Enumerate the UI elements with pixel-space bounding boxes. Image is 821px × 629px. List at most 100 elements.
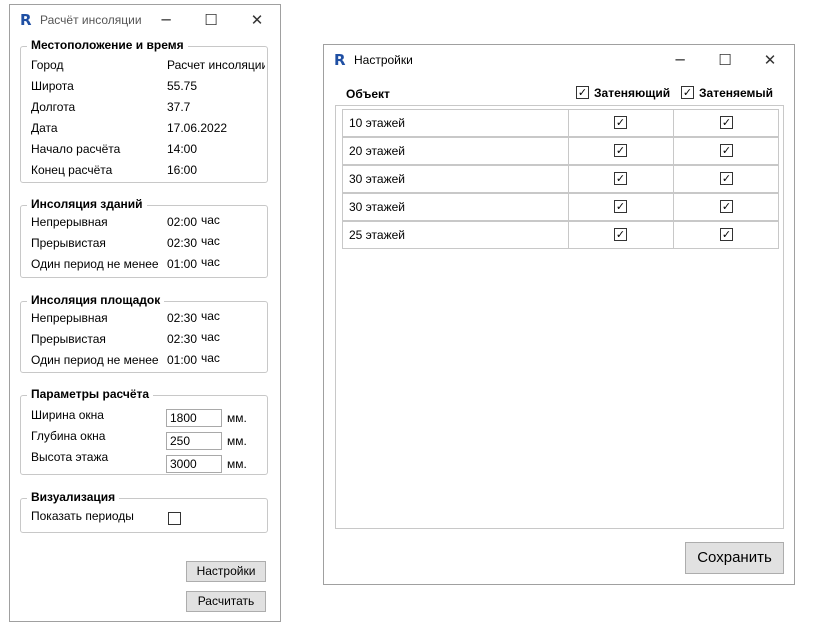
objects-grid[interactable]: 10 этажей ✓ ✓ 20 этажей ✓ ✓ 30 этажей ✓ …: [335, 105, 784, 529]
shaded-cell[interactable]: ✓: [674, 110, 778, 136]
shading-cell[interactable]: ✓: [569, 166, 674, 192]
grounds-min-period-value[interactable]: 01:00: [167, 353, 197, 367]
shading-checkbox[interactable]: ✓: [614, 144, 627, 157]
settings-button[interactable]: Настройки: [186, 561, 266, 582]
object-name-cell[interactable]: 30 этажей: [343, 166, 569, 192]
end-time-value[interactable]: 16:00: [167, 163, 197, 177]
start-time-value[interactable]: 14:00: [167, 142, 197, 156]
visualization-group-title: Визуализация: [27, 490, 120, 504]
shaded-cell[interactable]: ✓: [674, 222, 778, 248]
check-icon: ✓: [615, 228, 626, 241]
maximize-icon[interactable]: ☐: [705, 47, 745, 73]
revit-r-icon: R: [334, 51, 346, 69]
grounds-group-title: Инсоляция площадок: [27, 293, 165, 307]
shaded-checkbox[interactable]: ✓: [720, 172, 733, 185]
window-width-input[interactable]: 1800: [166, 409, 222, 427]
shaded-cell[interactable]: ✓: [674, 194, 778, 220]
shading-checkbox[interactable]: ✓: [614, 172, 627, 185]
check-icon: ✓: [615, 172, 626, 185]
shaded-checkbox[interactable]: ✓: [720, 200, 733, 213]
table-row[interactable]: 20 этажей ✓ ✓: [342, 137, 779, 165]
shading-checkbox[interactable]: ✓: [614, 228, 627, 241]
shading-column-header: Затеняющий: [594, 86, 671, 100]
buildings-intermittent-unit: час: [201, 234, 220, 248]
visualization-group: Визуализация Показать периоды: [20, 490, 268, 533]
close-icon[interactable]: ✕: [237, 7, 277, 33]
buildings-insolation-group: Инсоляция зданий Непрерывная 02:00 час П…: [20, 197, 268, 278]
header-shaded-checkbox[interactable]: ✓: [681, 86, 694, 99]
longitude-label: Долгота: [31, 100, 76, 114]
floor-height-label: Высота этажа: [31, 450, 109, 464]
object-name-cell[interactable]: 25 этажей: [343, 222, 569, 248]
buildings-intermittent-label: Прерывистая: [31, 236, 106, 250]
check-icon: ✓: [615, 200, 626, 213]
window-depth-input[interactable]: 250: [166, 432, 222, 450]
title-bar[interactable]: R Расчёт инсоляции ─ ☐ ✕: [10, 5, 280, 35]
buildings-min-period-value[interactable]: 01:00: [167, 257, 197, 271]
grounds-continuous-unit: час: [201, 309, 220, 323]
minimize-icon[interactable]: ─: [146, 7, 186, 33]
grounds-min-period-unit: час: [201, 351, 220, 365]
grounds-intermittent-value[interactable]: 02:30: [167, 332, 197, 346]
close-icon[interactable]: ✕: [750, 47, 790, 73]
date-label: Дата: [31, 121, 58, 135]
grounds-insolation-group: Инсоляция площадок Непрерывная 02:30 час…: [20, 293, 268, 373]
shading-cell[interactable]: ✓: [569, 194, 674, 220]
grounds-continuous-value[interactable]: 02:30: [167, 311, 197, 325]
maximize-icon[interactable]: ☐: [191, 7, 231, 33]
object-name-cell[interactable]: 10 этажей: [343, 110, 569, 136]
insolation-window: R Расчёт инсоляции ─ ☐ ✕ Местоположение …: [9, 4, 281, 622]
header-shading-checkbox[interactable]: ✓: [576, 86, 589, 99]
date-value[interactable]: 17.06.2022: [167, 121, 227, 135]
table-row[interactable]: 10 этажей ✓ ✓: [342, 109, 779, 137]
check-icon: ✓: [721, 144, 732, 157]
grounds-intermittent-unit: час: [201, 330, 220, 344]
calculate-button[interactable]: Расчитать: [186, 591, 266, 612]
revit-r-icon: R: [20, 11, 32, 29]
show-periods-checkbox[interactable]: [168, 512, 181, 525]
end-time-label: Конец расчёта: [31, 163, 113, 177]
shaded-cell[interactable]: ✓: [674, 166, 778, 192]
check-icon: ✓: [577, 86, 588, 99]
shaded-checkbox[interactable]: ✓: [720, 144, 733, 157]
object-name-cell[interactable]: 30 этажей: [343, 194, 569, 220]
check-icon: ✓: [682, 86, 693, 99]
buildings-continuous-label: Непрерывная: [31, 215, 108, 229]
window-width-label: Ширина окна: [31, 408, 104, 422]
table-row[interactable]: 30 этажей ✓ ✓: [342, 193, 779, 221]
check-icon: ✓: [721, 228, 732, 241]
check-icon: ✓: [721, 116, 732, 129]
shading-cell[interactable]: ✓: [569, 138, 674, 164]
floor-height-input[interactable]: 3000: [166, 455, 222, 473]
window-width-unit: мм.: [227, 411, 247, 425]
settings-title-bar[interactable]: R Настройки ─ ☐ ✕: [324, 45, 794, 75]
shaded-checkbox[interactable]: ✓: [720, 228, 733, 241]
check-icon: ✓: [615, 116, 626, 129]
show-periods-label: Показать периоды: [31, 509, 134, 523]
location-group-title: Местоположение и время: [27, 38, 188, 52]
shading-checkbox[interactable]: ✓: [614, 200, 627, 213]
window-title: Расчёт инсоляции: [40, 13, 142, 27]
table-row[interactable]: 25 этажей ✓ ✓: [342, 221, 779, 249]
longitude-value[interactable]: 37.7: [167, 100, 190, 114]
shaded-checkbox[interactable]: ✓: [720, 116, 733, 129]
floor-height-unit: мм.: [227, 457, 247, 471]
calc-params-group: Параметры расчёта Ширина окна 1800 мм. Г…: [20, 387, 268, 475]
save-button[interactable]: Сохранить: [685, 542, 784, 574]
city-label: Город: [31, 58, 64, 72]
buildings-intermittent-value[interactable]: 02:30: [167, 236, 197, 250]
buildings-continuous-value[interactable]: 02:00: [167, 215, 197, 229]
minimize-icon[interactable]: ─: [660, 47, 700, 73]
shading-checkbox[interactable]: ✓: [614, 116, 627, 129]
calc-params-group-title: Параметры расчёта: [27, 387, 154, 401]
object-name-cell[interactable]: 20 этажей: [343, 138, 569, 164]
city-value[interactable]: Расчет инсоляции: [167, 58, 265, 72]
shading-cell[interactable]: ✓: [569, 110, 674, 136]
shaded-cell[interactable]: ✓: [674, 138, 778, 164]
table-row[interactable]: 30 этажей ✓ ✓: [342, 165, 779, 193]
shading-cell[interactable]: ✓: [569, 222, 674, 248]
latitude-value[interactable]: 55.75: [167, 79, 197, 93]
grounds-continuous-label: Непрерывная: [31, 311, 108, 325]
window-depth-label: Глубина окна: [31, 429, 106, 443]
buildings-min-period-label: Один период не менее: [31, 257, 159, 271]
